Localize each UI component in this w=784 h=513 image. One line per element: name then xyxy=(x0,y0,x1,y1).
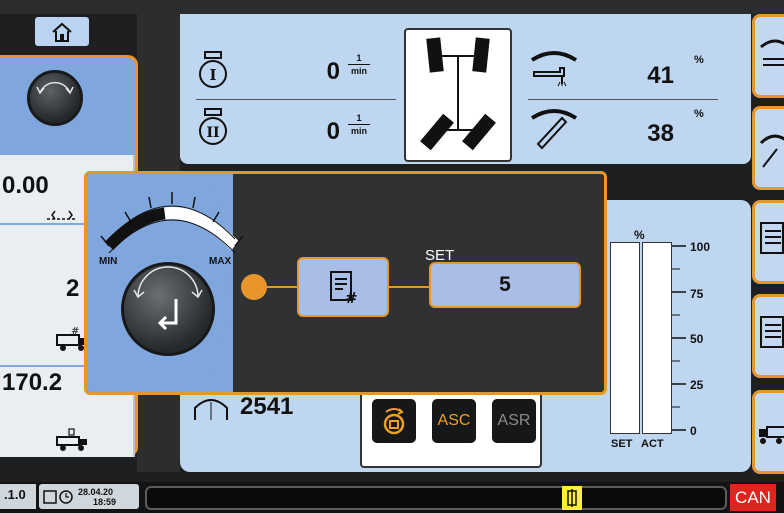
gauge-tick-0: 0 xyxy=(690,424,697,438)
engine-2-icon: II xyxy=(199,108,227,145)
warning-indicator[interactable] xyxy=(562,486,582,510)
upper-level-unit: % xyxy=(694,54,704,66)
warning-marker-icon xyxy=(567,489,577,507)
engine-refresh-icon xyxy=(383,408,405,435)
numeric-input-button[interactable]: # xyxy=(297,257,389,317)
left-value-bottom: 170.2 xyxy=(2,369,63,396)
home-icon xyxy=(52,22,72,42)
gauge-tick-25: 25 xyxy=(690,378,704,392)
min-label: MIN xyxy=(99,256,118,267)
width-arrows-icon xyxy=(47,210,77,220)
unit-numerator: 1 xyxy=(356,53,362,63)
set-value-field[interactable]: 5 xyxy=(429,262,581,308)
top-strip xyxy=(0,0,784,14)
lower-level-value: 38 xyxy=(647,120,674,147)
unit-denominator: min xyxy=(350,126,367,136)
rpm-icon xyxy=(194,399,228,420)
calendar-clock-icon xyxy=(43,490,73,504)
wiper-icon xyxy=(530,109,578,150)
upper-level-value: 41 xyxy=(647,62,674,89)
engine-1-unit: 1 min xyxy=(348,53,370,76)
left-value-count: 2 xyxy=(66,275,80,302)
gauge-unit: % xyxy=(634,228,645,242)
left-dial[interactable] xyxy=(27,70,83,126)
set-level-dialog: MIN MAX # SET 5 xyxy=(84,171,607,395)
right-tab-truck[interactable] xyxy=(752,390,784,474)
truck-weight-icon xyxy=(56,428,87,451)
home-button[interactable] xyxy=(33,15,91,48)
svg-text:#: # xyxy=(345,289,358,305)
gauge-tick-50: 50 xyxy=(690,332,704,346)
max-label: MAX xyxy=(209,256,232,267)
steering-icon xyxy=(420,37,496,151)
engine-2-unit: 1 min xyxy=(348,113,370,136)
adjust-knob[interactable] xyxy=(121,262,215,356)
wiper-small-icon xyxy=(759,134,784,168)
document-hash-icon: # xyxy=(330,271,358,305)
gauge-label-set: SET xyxy=(611,438,633,450)
engine-divider xyxy=(196,99,396,100)
engine-start-button[interactable] xyxy=(372,399,416,443)
left-value-top: 0.00 xyxy=(2,172,49,199)
status-message-bar xyxy=(145,486,727,510)
level-divider xyxy=(528,99,718,100)
right-tab-wiper[interactable] xyxy=(752,106,784,190)
gauge-tick-100: 100 xyxy=(690,240,711,254)
unit-numerator: 1 xyxy=(356,113,362,123)
asr-button[interactable]: ASR xyxy=(492,399,536,443)
steering-mode-button[interactable] xyxy=(404,28,512,162)
gauge-label-act: ACT xyxy=(641,438,664,450)
return-arrow-icon xyxy=(133,266,203,331)
engine-2-value: 0 xyxy=(326,118,340,145)
right-tab-document-1[interactable] xyxy=(752,200,784,284)
washer-icon xyxy=(760,39,784,66)
connector-line-1 xyxy=(267,286,297,288)
rotate-icon xyxy=(36,81,74,95)
unit-denominator: min xyxy=(350,66,367,76)
time-text: 18:59 xyxy=(93,497,117,507)
gauge-set-column xyxy=(610,242,640,434)
connector-dot xyxy=(241,274,267,300)
right-tab-document-2[interactable] xyxy=(752,294,784,378)
asc-button[interactable]: ASC xyxy=(432,399,476,443)
svg-text:II: II xyxy=(206,125,219,141)
engine-1-icon: I xyxy=(199,51,227,88)
gauge-act-column xyxy=(642,242,672,434)
version-label: .1.0 xyxy=(0,484,36,509)
washer-tank-icon xyxy=(530,51,578,87)
date-text: 28.04.20 xyxy=(78,487,114,497)
connector-line-2 xyxy=(389,286,429,288)
right-tab-washer[interactable] xyxy=(752,14,784,98)
truck-icon xyxy=(759,426,784,444)
svg-text:#: # xyxy=(71,326,79,337)
gauge-ticks xyxy=(672,245,686,431)
document-icon xyxy=(760,222,784,254)
level-arc xyxy=(100,192,244,254)
rpm-value: 2541 xyxy=(240,393,294,420)
can-status-badge[interactable]: CAN xyxy=(730,484,776,511)
document-icon xyxy=(760,316,784,348)
lower-level-unit: % xyxy=(694,108,704,120)
svg-text:I: I xyxy=(209,66,216,84)
engine-1-value: 0 xyxy=(326,58,340,85)
gauge-tick-75: 75 xyxy=(690,287,704,301)
